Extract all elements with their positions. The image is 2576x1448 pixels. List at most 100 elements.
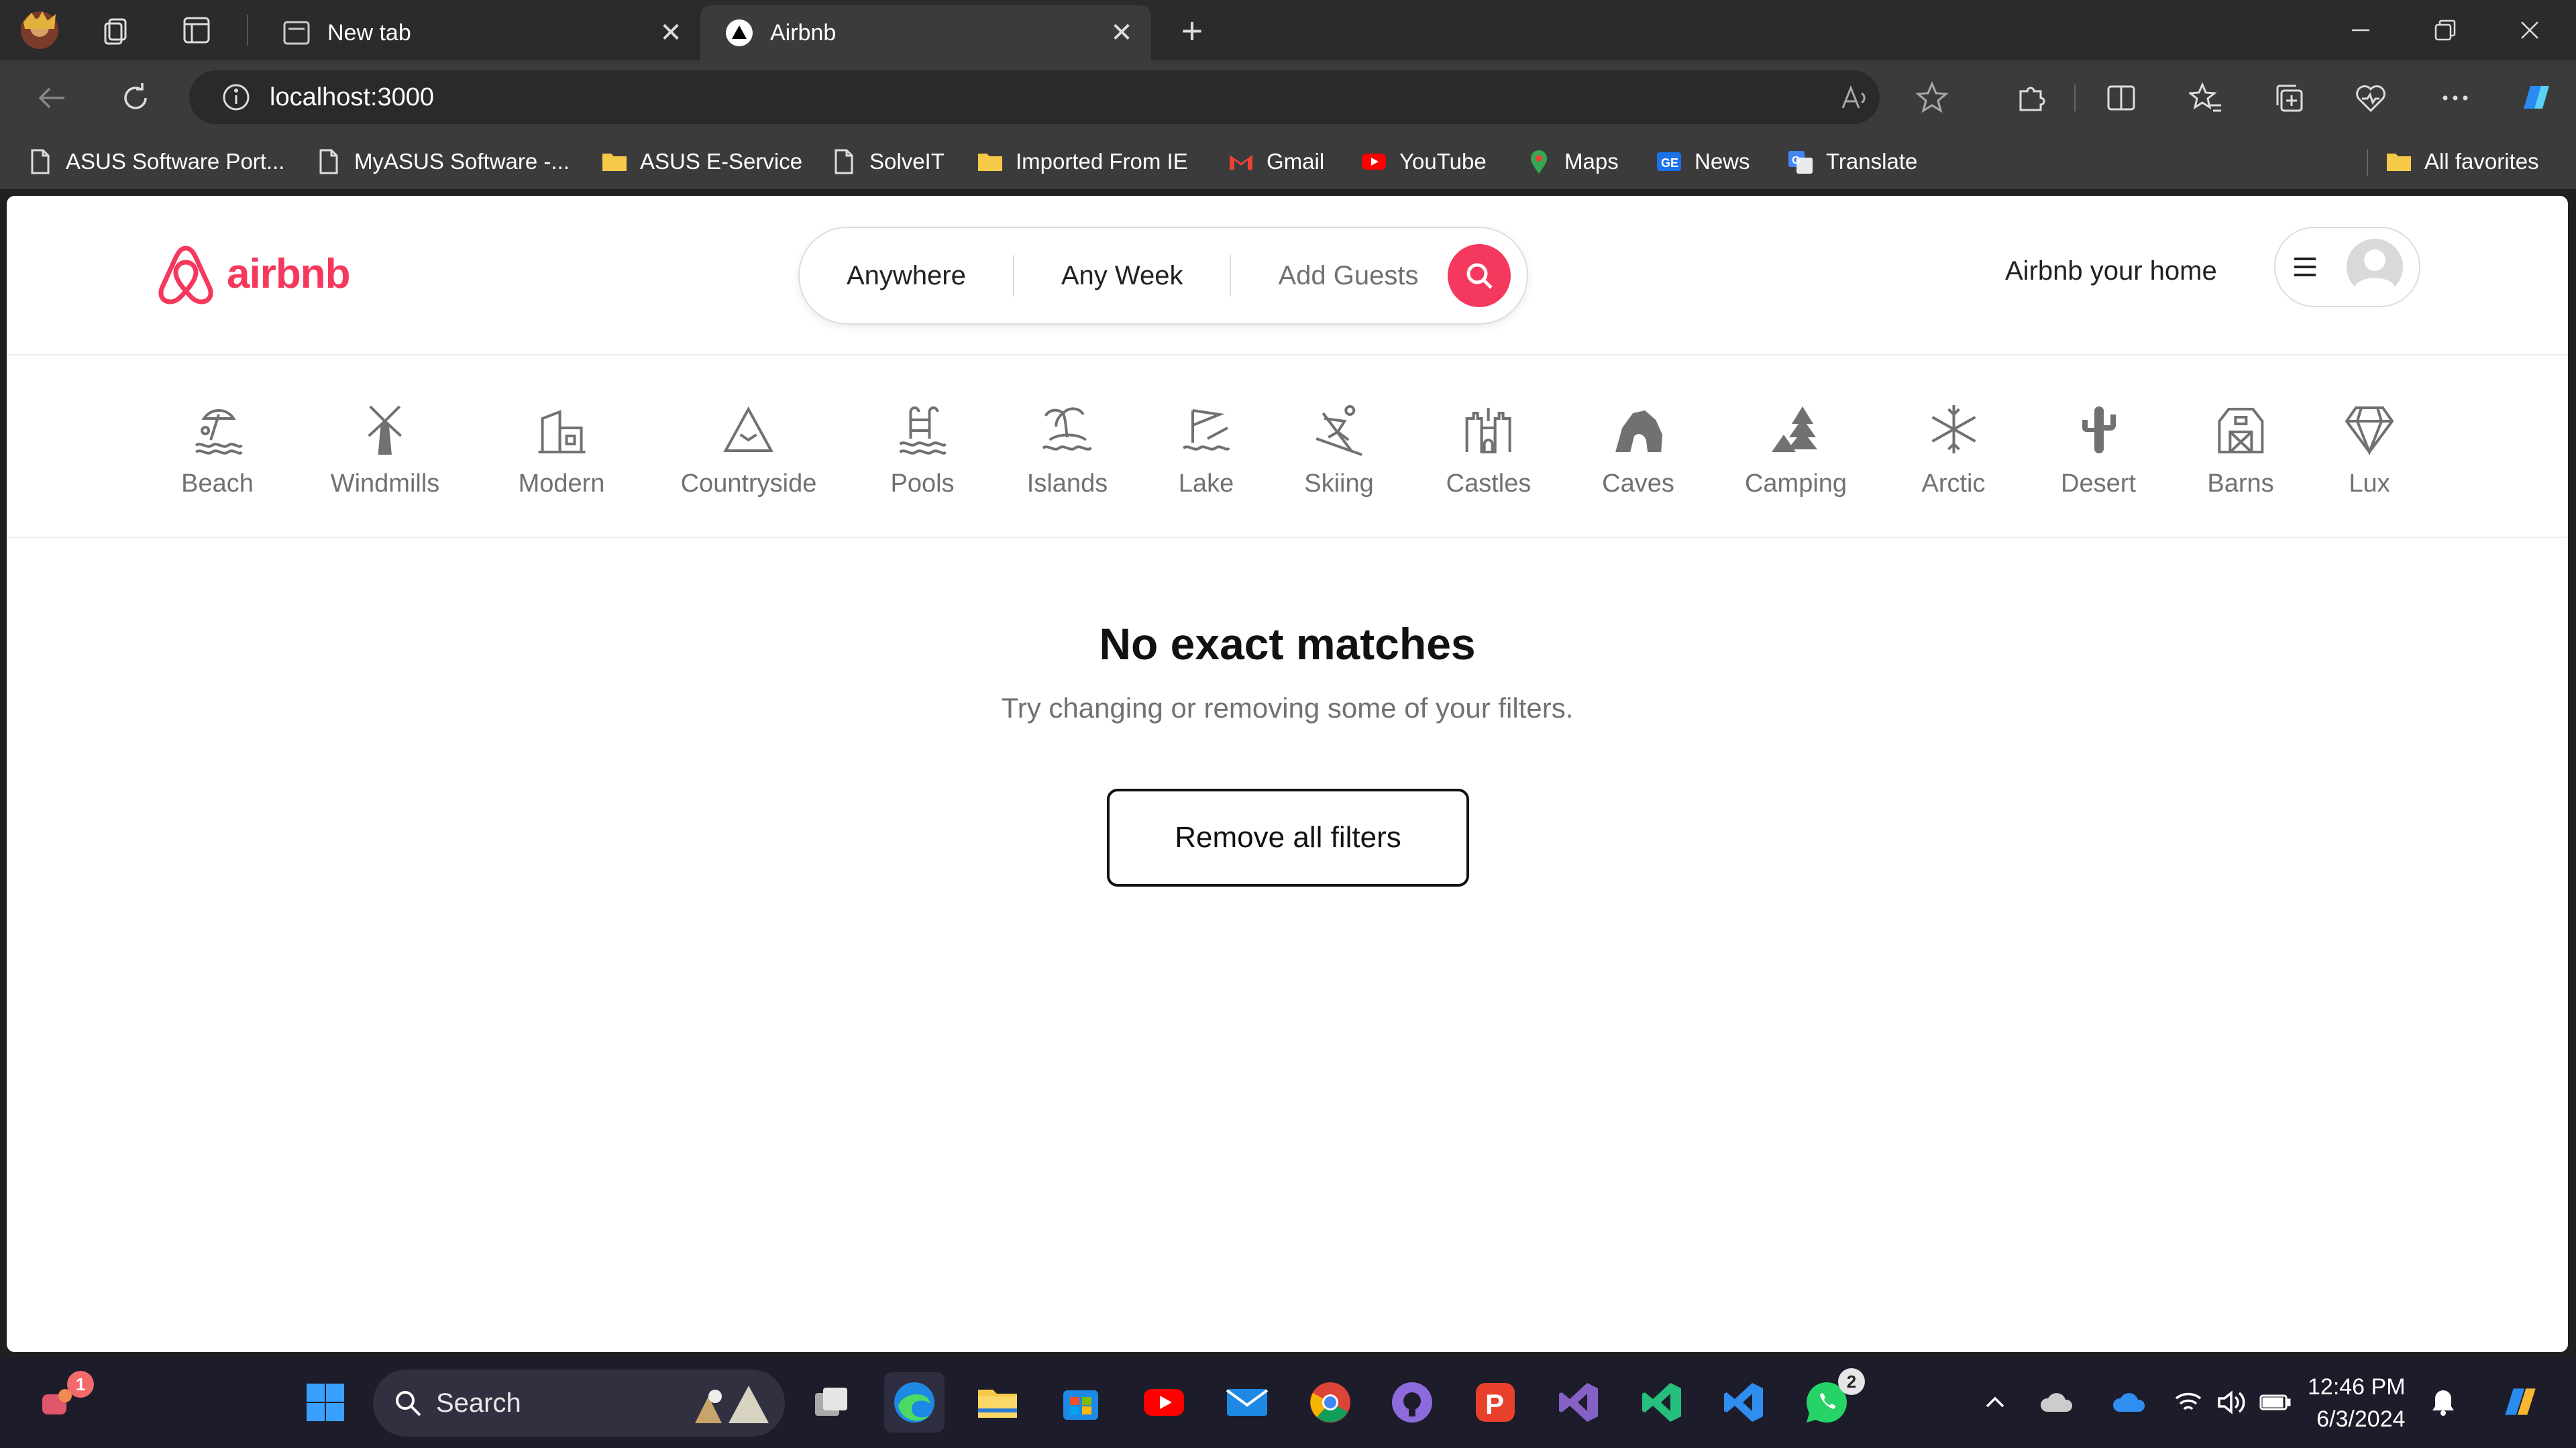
- bookmark-item[interactable]: MyASUS Software -...: [315, 144, 570, 180]
- category-barns[interactable]: Barns: [2207, 401, 2274, 498]
- search-where[interactable]: Anywhere: [800, 261, 1013, 291]
- favorite-star-icon[interactable]: [1905, 74, 1959, 122]
- workspaces-icon[interactable]: [86, 0, 146, 60]
- bookmark-label: Maps: [1564, 149, 1619, 174]
- browser-essentials-icon[interactable]: [2344, 74, 2398, 122]
- visual-studio-icon[interactable]: [1548, 1372, 1609, 1433]
- battery-icon[interactable]: [2257, 1372, 2294, 1433]
- bookmark-label: Imported From IE: [1016, 149, 1188, 174]
- system-clock[interactable]: 12:46 PM 6/3/2024: [2308, 1371, 2406, 1435]
- tab-actions-icon[interactable]: [166, 0, 227, 60]
- chrome-icon[interactable]: [1300, 1372, 1360, 1433]
- back-arrow-icon[interactable]: [25, 74, 79, 122]
- bookmark-item[interactable]: ASUS E-Service: [601, 144, 802, 180]
- category-label: Desert: [2061, 469, 2136, 498]
- all-favorites-folder[interactable]: All favorites: [2385, 144, 2539, 180]
- category-modern[interactable]: Modern: [519, 401, 604, 498]
- category-skiing[interactable]: Skiing: [1304, 401, 1374, 498]
- category-lake[interactable]: Lake: [1178, 401, 1234, 498]
- category-castles[interactable]: Castles: [1446, 401, 1531, 498]
- skiing-icon: [1316, 405, 1362, 456]
- search-button[interactable]: [1448, 244, 1511, 307]
- category-caves[interactable]: Caves: [1602, 401, 1674, 498]
- search-highlight-icon: [695, 1386, 769, 1423]
- copilot-icon[interactable]: [2509, 74, 2563, 122]
- postman-icon[interactable]: P: [1465, 1372, 1525, 1433]
- search-when[interactable]: Any Week: [1014, 261, 1230, 291]
- bell-icon[interactable]: [2424, 1372, 2462, 1433]
- vscode-icon[interactable]: [1713, 1372, 1774, 1433]
- microsoft-store-icon[interactable]: [1051, 1372, 1111, 1433]
- category-countryside[interactable]: Countryside: [681, 401, 816, 498]
- modern-icon: [539, 410, 586, 453]
- bookmark-item[interactable]: G Translate: [1787, 144, 1917, 180]
- bookmark-item[interactable]: ASUS Software Port...: [27, 144, 284, 180]
- bookmark-item[interactable]: GE News: [1656, 144, 1750, 180]
- airbnb-logo[interactable]: airbnb: [156, 243, 350, 304]
- site-info-icon[interactable]: [221, 82, 251, 112]
- task-view-icon[interactable]: [801, 1372, 861, 1433]
- empty-state-subtitle: Try changing or removing some of your fi…: [1001, 692, 1574, 724]
- close-icon[interactable]: ✕: [651, 13, 691, 53]
- favorites-icon[interactable]: [2179, 74, 2233, 122]
- profile-avatar-icon[interactable]: [9, 0, 70, 60]
- onedrive-sync-icon[interactable]: [2108, 1372, 2151, 1433]
- edge-icon[interactable]: [884, 1372, 945, 1433]
- extensions-icon[interactable]: [2004, 74, 2058, 122]
- bookmark-item[interactable]: SolveIT: [830, 144, 945, 180]
- close-icon[interactable]: ✕: [1102, 13, 1142, 53]
- chat-app-icon[interactable]: 1: [27, 1371, 94, 1433]
- tab-airbnb[interactable]: Airbnb ✕: [700, 5, 1151, 60]
- category-islands[interactable]: Islands: [1027, 401, 1108, 498]
- taskbar-search[interactable]: Search: [373, 1370, 785, 1437]
- user-menu-button[interactable]: [2274, 227, 2420, 307]
- category-windmills[interactable]: Windmills: [330, 401, 440, 498]
- category-camping[interactable]: Camping: [1745, 401, 1847, 498]
- minimize-icon[interactable]: [2318, 0, 2403, 60]
- bookmark-label: ASUS E-Service: [640, 149, 803, 174]
- read-aloud-icon[interactable]: [1827, 74, 1881, 122]
- search-guests[interactable]: Add Guests: [1231, 261, 1445, 291]
- file-explorer-icon[interactable]: [967, 1372, 1028, 1433]
- category-arctic[interactable]: Arctic: [1922, 401, 1986, 498]
- github-desktop-icon[interactable]: [1382, 1372, 1442, 1433]
- bookmark-item[interactable]: YouTube: [1360, 144, 1487, 180]
- bookmark-item[interactable]: Imported From IE: [977, 144, 1188, 180]
- remove-filters-button[interactable]: Remove all filters: [1107, 789, 1469, 887]
- castle-icon: [1466, 408, 1511, 453]
- search-bar[interactable]: Anywhere Any Week Add Guests: [798, 227, 1528, 325]
- category-lux[interactable]: Lux: [2341, 401, 2398, 498]
- tab-title: New tab: [327, 19, 411, 46]
- tab-new-tab[interactable]: New tab ✕: [258, 5, 700, 60]
- bookmark-item[interactable]: Gmail: [1228, 144, 1324, 180]
- category-pools[interactable]: Pools: [890, 401, 955, 498]
- copilot-taskbar-icon[interactable]: [2490, 1372, 2551, 1433]
- address-bar[interactable]: localhost:3000: [189, 70, 1880, 124]
- host-home-link[interactable]: Airbnb your home: [2005, 256, 2217, 286]
- refresh-icon[interactable]: [109, 74, 162, 122]
- bookmark-label: SolveIT: [869, 149, 945, 174]
- category-desert[interactable]: Desert: [2061, 401, 2136, 498]
- volume-icon[interactable]: [2212, 1372, 2250, 1433]
- whatsapp-icon[interactable]: 2: [1796, 1368, 1865, 1433]
- onedrive-icon[interactable]: [2035, 1372, 2078, 1433]
- bookmark-label: News: [1695, 149, 1750, 174]
- restore-icon[interactable]: [2403, 0, 2487, 60]
- wifi-icon[interactable]: [2169, 1372, 2207, 1433]
- svg-text:G: G: [1792, 155, 1800, 166]
- window-close-icon[interactable]: [2487, 0, 2572, 60]
- more-menu-icon[interactable]: [2428, 74, 2482, 122]
- youtube-app-icon[interactable]: [1134, 1372, 1194, 1433]
- vscode-insiders-icon[interactable]: [1631, 1372, 1692, 1433]
- new-tab-button[interactable]: +: [1162, 0, 1222, 60]
- category-label: Windmills: [330, 469, 440, 498]
- url-text[interactable]: localhost:3000: [270, 83, 434, 112]
- mail-icon[interactable]: [1217, 1372, 1277, 1433]
- collections-icon[interactable]: [2262, 74, 2316, 122]
- bookmark-label: Gmail: [1267, 149, 1325, 174]
- chevron-up-icon[interactable]: [1975, 1372, 2015, 1433]
- category-beach[interactable]: Beach: [181, 401, 254, 498]
- bookmark-item[interactable]: Maps: [1525, 144, 1619, 180]
- start-icon[interactable]: [295, 1372, 356, 1433]
- split-screen-icon[interactable]: [2094, 74, 2148, 122]
